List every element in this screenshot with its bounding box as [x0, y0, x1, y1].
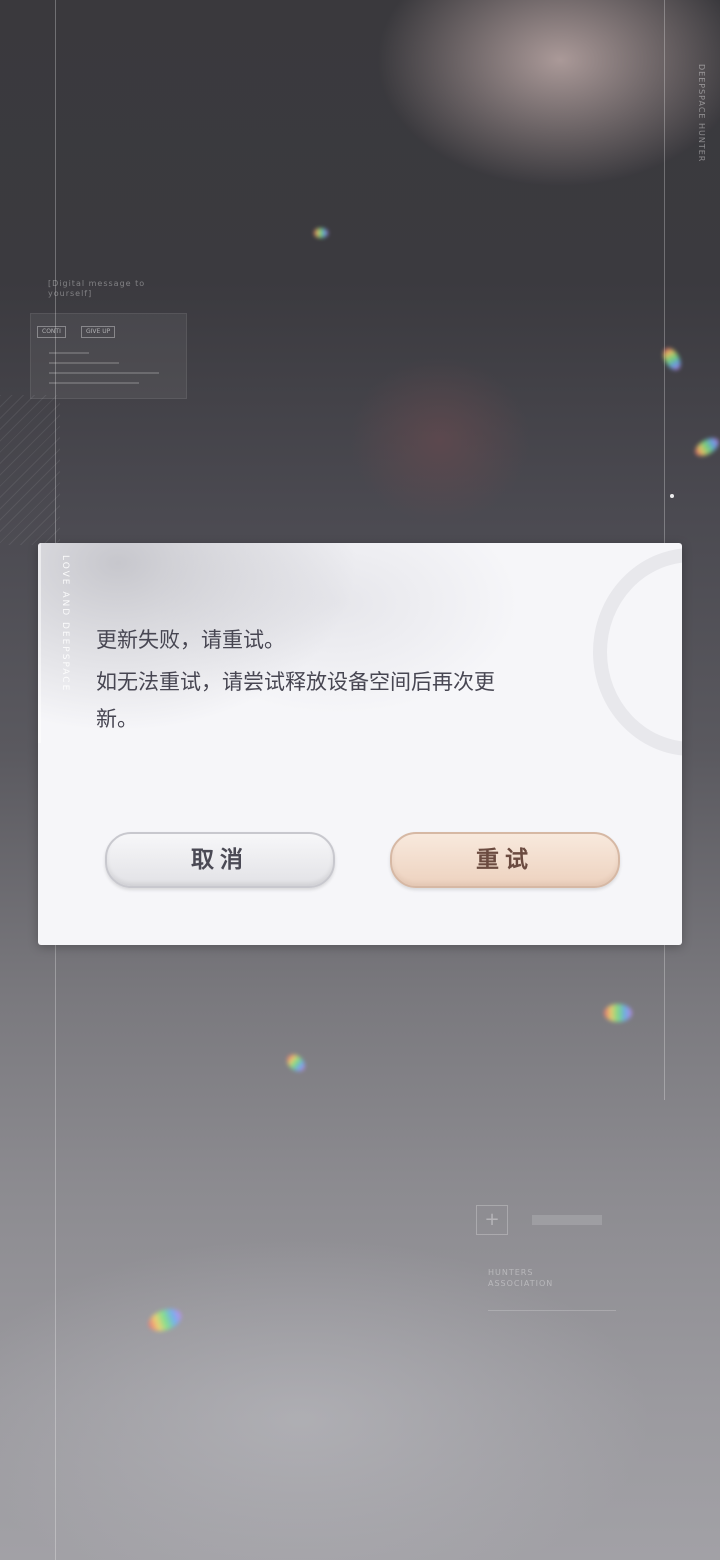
sparkle-icon	[314, 228, 328, 238]
message-note-text: [Digital message to yourself]	[48, 279, 146, 298]
mini-panel-row	[49, 352, 89, 354]
sparkle-icon	[692, 434, 720, 460]
background-mini-panel: CONTI GIVE UP	[30, 313, 187, 399]
cancel-button[interactable]: 取消	[105, 832, 335, 888]
mini-give-up-button: GIVE UP	[81, 326, 116, 338]
mini-panel-row	[49, 362, 119, 364]
dialog-edge-highlight	[38, 543, 41, 743]
sparkle-icon	[283, 1051, 309, 1075]
background-stripes	[0, 395, 60, 545]
retry-button[interactable]: 重试	[390, 832, 620, 888]
association-bar	[532, 1215, 602, 1225]
app-screen: DEEPSPACE HUNTER [Digital message to you…	[0, 0, 720, 1560]
sparkle-icon	[145, 1304, 185, 1336]
update-failed-dialog: LOVE AND DEEPSPACE 更新失败，请重试。 如无法重试，请尝试释放…	[38, 543, 682, 945]
mini-panel-row	[49, 382, 139, 384]
dialog-side-text: LOVE AND DEEPSPACE	[60, 555, 70, 693]
plus-icon: +	[476, 1205, 508, 1235]
brand-vertical-text: DEEPSPACE HUNTER	[697, 64, 706, 163]
dialog-message-line-1: 更新失败，请重试。	[96, 628, 285, 652]
light-dot	[670, 494, 674, 498]
hunters-association-mark: + HUNTERS ASSOCIATION	[476, 1205, 616, 1325]
association-rule	[488, 1310, 616, 1311]
sparkle-icon	[604, 1004, 632, 1022]
mini-panel-row	[49, 372, 159, 374]
dialog-message-line-2: 如无法重试，请尝试释放设备空间后再次更	[96, 670, 495, 694]
dialog-message-line-3: 新。	[96, 707, 138, 731]
association-label: HUNTERS ASSOCIATION	[488, 1268, 554, 1288]
mini-continue-button: CONTI	[37, 326, 66, 338]
